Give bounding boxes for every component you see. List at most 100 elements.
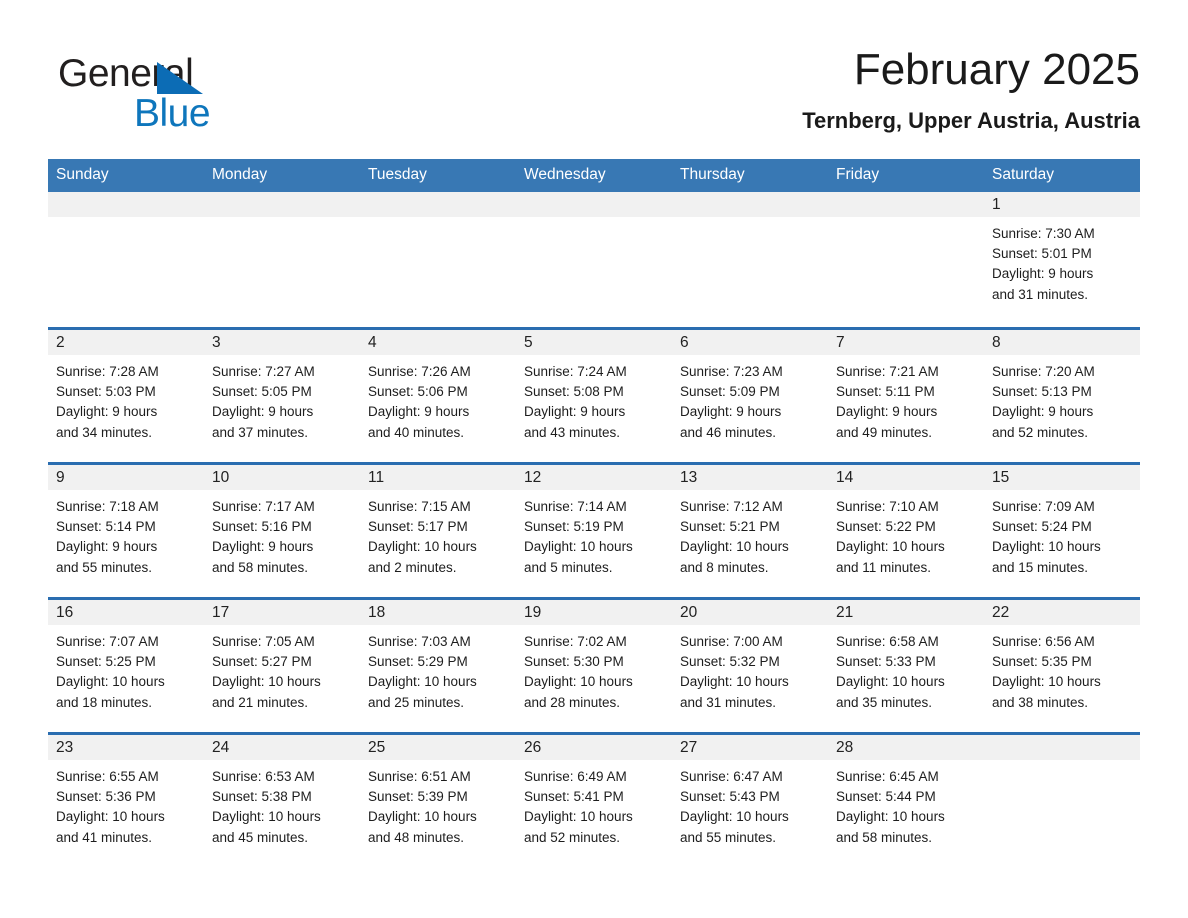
daylight-text-line1: Daylight: 9 hours — [212, 404, 314, 420]
day-details: Sunrise: 7:03 AM Sunset: 5:29 PM Daylight:… — [360, 625, 516, 713]
calendar-day-cell[interactable]: 7 Sunrise: 7:21 AM Sunset: 5:11 PM Daylight… — [828, 327, 984, 462]
calendar-day-cell[interactable]: 16 Sunrise: 7:07 AM Sunset: 5:25 PM Dayligh… — [48, 597, 204, 732]
day-cell-inner — [672, 192, 828, 327]
day-details: Sunrise: 6:49 AM Sunset: 5:41 PM Daylight:… — [516, 760, 672, 848]
sunrise-text: Sunrise: 7:12 AM — [680, 499, 783, 514]
day-cell-inner: 24 Sunrise: 6:53 AM Sunset: 5:38 PM Dayligh… — [204, 732, 360, 867]
sunset-text: Sunset: 5:06 PM — [368, 384, 468, 400]
daylight-text-line1: Daylight: 10 hours — [56, 674, 165, 690]
day-number: 7 — [828, 330, 984, 355]
calendar-day-cell[interactable]: 20 Sunrise: 7:00 AM Sunset: 5:32 PM Dayligh… — [672, 597, 828, 732]
daylight-text-line1: Daylight: 10 hours — [992, 539, 1101, 555]
day-number: 21 — [828, 600, 984, 625]
day-number: 24 — [204, 735, 360, 760]
daylight-text-line2: and 58 minutes. — [836, 829, 933, 845]
day-number: 5 — [516, 330, 672, 355]
daylight-text-line1: Daylight: 10 hours — [368, 539, 477, 555]
day-number: 27 — [672, 735, 828, 760]
day-details: Sunrise: 7:23 AM Sunset: 5:09 PM Daylight:… — [672, 355, 828, 443]
calendar-day-cell[interactable]: 11 Sunrise: 7:15 AM Sunset: 5:17 PM Dayligh… — [360, 462, 516, 597]
day-details: Sunrise: 6:51 AM Sunset: 5:39 PM Daylight:… — [360, 760, 516, 848]
calendar-day-cell[interactable]: 17 Sunrise: 7:05 AM Sunset: 5:27 PM Dayligh… — [204, 597, 360, 732]
sunrise-text: Sunrise: 7:03 AM — [368, 634, 471, 649]
day-number — [48, 192, 204, 217]
daylight-text-line1: Daylight: 10 hours — [680, 539, 789, 555]
daylight-text-line1: Daylight: 9 hours — [524, 404, 626, 420]
daylight-text-line1: Daylight: 10 hours — [524, 674, 633, 690]
calendar-day-cell[interactable]: 10 Sunrise: 7:17 AM Sunset: 5:16 PM Dayligh… — [204, 462, 360, 597]
day-cell-inner — [204, 192, 360, 327]
day-cell-inner — [516, 192, 672, 327]
day-number: 26 — [516, 735, 672, 760]
sunset-text: Sunset: 5:29 PM — [368, 654, 468, 670]
calendar-day-cell[interactable]: 26 Sunrise: 6:49 AM Sunset: 5:41 PM Dayligh… — [516, 732, 672, 867]
day-cell-inner — [48, 192, 204, 327]
sunset-text: Sunset: 5:09 PM — [680, 384, 780, 400]
daylight-text-line2: and 31 minutes. — [992, 286, 1089, 302]
daylight-text-line2: and 52 minutes. — [992, 424, 1089, 440]
day-number: 6 — [672, 330, 828, 355]
daylight-text-line1: Daylight: 10 hours — [836, 539, 945, 555]
day-number: 22 — [984, 600, 1140, 625]
calendar-day-cell[interactable]: 4 Sunrise: 7:26 AM Sunset: 5:06 PM Daylight… — [360, 327, 516, 462]
sunset-text: Sunset: 5:33 PM — [836, 654, 936, 670]
day-details: Sunrise: 7:18 AM Sunset: 5:14 PM Daylight:… — [48, 490, 204, 578]
day-cell-inner: 23 Sunrise: 6:55 AM Sunset: 5:36 PM Dayligh… — [48, 732, 204, 867]
sunset-text: Sunset: 5:16 PM — [212, 519, 312, 535]
sunrise-text: Sunrise: 6:58 AM — [836, 634, 939, 649]
day-details: Sunrise: 7:00 AM Sunset: 5:32 PM Daylight:… — [672, 625, 828, 713]
daylight-text-line1: Daylight: 9 hours — [992, 266, 1094, 282]
calendar-day-cell[interactable]: 1 Sunrise: 7:30 AM Sunset: 5:01 PM Daylight… — [984, 192, 1140, 327]
sunrise-text: Sunrise: 6:49 AM — [524, 769, 627, 784]
sunrise-text: Sunrise: 6:51 AM — [368, 769, 471, 784]
day-cell-inner: 4 Sunrise: 7:26 AM Sunset: 5:06 PM Daylight… — [360, 327, 516, 462]
calendar-day-cell[interactable]: 12 Sunrise: 7:14 AM Sunset: 5:19 PM Dayligh… — [516, 462, 672, 597]
calendar-day-cell[interactable]: 8 Sunrise: 7:20 AM Sunset: 5:13 PM Daylight… — [984, 327, 1140, 462]
calendar-day-cell[interactable]: 28 Sunrise: 6:45 AM Sunset: 5:44 PM Dayligh… — [828, 732, 984, 867]
sunset-text: Sunset: 5:22 PM — [836, 519, 936, 535]
day-details: Sunrise: 7:20 AM Sunset: 5:13 PM Daylight:… — [984, 355, 1140, 443]
calendar-day-cell[interactable]: 9 Sunrise: 7:18 AM Sunset: 5:14 PM Daylight… — [48, 462, 204, 597]
calendar-day-cell[interactable]: 27 Sunrise: 6:47 AM Sunset: 5:43 PM Dayligh… — [672, 732, 828, 867]
day-number: 4 — [360, 330, 516, 355]
daylight-text-line1: Daylight: 10 hours — [680, 674, 789, 690]
sunrise-text: Sunrise: 7:07 AM — [56, 634, 159, 649]
day-details: Sunrise: 7:02 AM Sunset: 5:30 PM Daylight:… — [516, 625, 672, 713]
calendar-day-cell[interactable]: 18 Sunrise: 7:03 AM Sunset: 5:29 PM Dayligh… — [360, 597, 516, 732]
day-details: Sunrise: 7:27 AM Sunset: 5:05 PM Daylight:… — [204, 355, 360, 443]
day-cell-inner: 7 Sunrise: 7:21 AM Sunset: 5:11 PM Daylight… — [828, 327, 984, 462]
calendar-day-cell[interactable]: 14 Sunrise: 7:10 AM Sunset: 5:22 PM Dayligh… — [828, 462, 984, 597]
weekday-header-sunday: Sunday — [48, 159, 204, 192]
day-number: 20 — [672, 600, 828, 625]
daylight-text-line2: and 49 minutes. — [836, 424, 933, 440]
daylight-text-line1: Daylight: 10 hours — [524, 539, 633, 555]
day-details: Sunrise: 7:07 AM Sunset: 5:25 PM Daylight:… — [48, 625, 204, 713]
daylight-text-line2: and 41 minutes. — [56, 829, 153, 845]
calendar-day-cell[interactable]: 15 Sunrise: 7:09 AM Sunset: 5:24 PM Dayligh… — [984, 462, 1140, 597]
calendar-day-cell[interactable]: 25 Sunrise: 6:51 AM Sunset: 5:39 PM Dayligh… — [360, 732, 516, 867]
calendar-day-cell[interactable]: 6 Sunrise: 7:23 AM Sunset: 5:09 PM Daylight… — [672, 327, 828, 462]
generalblue-logo[interactable]: General Blue — [58, 52, 398, 142]
calendar-day-cell[interactable]: 3 Sunrise: 7:27 AM Sunset: 5:05 PM Daylight… — [204, 327, 360, 462]
calendar-body: 1 Sunrise: 7:30 AM Sunset: 5:01 PM Daylight… — [48, 192, 1140, 867]
calendar-day-cell[interactable]: 24 Sunrise: 6:53 AM Sunset: 5:38 PM Dayligh… — [204, 732, 360, 867]
calendar-day-cell[interactable]: 22 Sunrise: 6:56 AM Sunset: 5:35 PM Dayligh… — [984, 597, 1140, 732]
calendar-day-cell[interactable]: 5 Sunrise: 7:24 AM Sunset: 5:08 PM Daylight… — [516, 327, 672, 462]
daylight-text-line2: and 25 minutes. — [368, 694, 465, 710]
calendar-day-cell-empty — [516, 192, 672, 327]
calendar-day-cell[interactable]: 21 Sunrise: 6:58 AM Sunset: 5:33 PM Dayligh… — [828, 597, 984, 732]
calendar-day-cell[interactable]: 13 Sunrise: 7:12 AM Sunset: 5:21 PM Dayligh… — [672, 462, 828, 597]
day-number: 19 — [516, 600, 672, 625]
calendar-week-row: 2 Sunrise: 7:28 AM Sunset: 5:03 PM Daylight… — [48, 327, 1140, 462]
calendar-day-cell[interactable]: 19 Sunrise: 7:02 AM Sunset: 5:30 PM Dayligh… — [516, 597, 672, 732]
sunrise-text: Sunrise: 7:00 AM — [680, 634, 783, 649]
daylight-text-line2: and 2 minutes. — [368, 559, 457, 575]
day-cell-inner — [984, 732, 1140, 867]
day-details: Sunrise: 6:55 AM Sunset: 5:36 PM Daylight:… — [48, 760, 204, 848]
sunset-text: Sunset: 5:17 PM — [368, 519, 468, 535]
day-cell-inner: 22 Sunrise: 6:56 AM Sunset: 5:35 PM Dayligh… — [984, 597, 1140, 732]
calendar-day-cell[interactable]: 2 Sunrise: 7:28 AM Sunset: 5:03 PM Daylight… — [48, 327, 204, 462]
day-number: 8 — [984, 330, 1140, 355]
calendar-day-cell[interactable]: 23 Sunrise: 6:55 AM Sunset: 5:36 PM Dayligh… — [48, 732, 204, 867]
sunset-text: Sunset: 5:13 PM — [992, 384, 1092, 400]
